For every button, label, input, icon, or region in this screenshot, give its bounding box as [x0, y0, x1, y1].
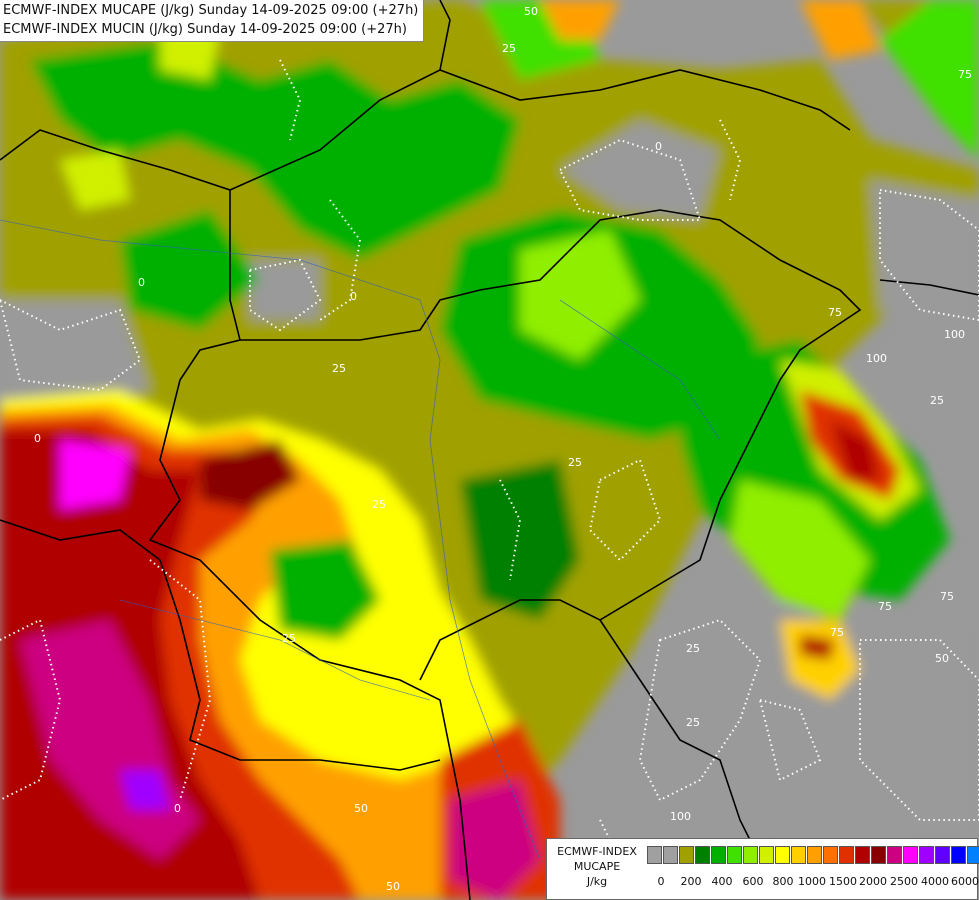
title-mucin: ECMWF-INDEX MUCIN (J/kg) Sunday 14-09-20…: [3, 22, 407, 37]
legend-tick-label: 4000: [921, 875, 949, 888]
legend-swatch: [839, 846, 854, 864]
contour-label: 75: [878, 600, 892, 613]
contour-label: 25: [372, 498, 386, 511]
contour-label: 25: [502, 42, 516, 55]
legend-swatch: [919, 846, 934, 864]
legend-tick-label: 1500: [829, 875, 857, 888]
legend-swatch: [935, 846, 950, 864]
contour-label: 75: [958, 68, 972, 81]
legend-tick-label: 0: [657, 875, 665, 888]
contour-label: 25: [568, 456, 582, 469]
contour-label: 50: [524, 5, 538, 18]
legend-swatch: [903, 846, 918, 864]
contour-label: 25: [930, 394, 944, 407]
legend-tick-label: 6000: [951, 875, 979, 888]
color-legend: ECMWF-INDEX MUCAPE J/kg 0 200 400 600 800 100…: [546, 838, 979, 900]
contour-label: 25: [282, 632, 296, 645]
legend-swatch: [871, 846, 886, 864]
legend-source: ECMWF-INDEX: [557, 845, 637, 858]
contour-label: 100: [866, 352, 887, 365]
legend-tick-label: 400: [711, 875, 733, 888]
legend-swatch: [887, 846, 902, 864]
legend-swatch: [951, 846, 966, 864]
contour-label: 75: [828, 306, 842, 319]
contour-label: 0: [174, 802, 181, 815]
contour-label: 50: [935, 652, 949, 665]
legend-variable: MUCAPE: [573, 860, 621, 873]
legend-tick-label: 200: [680, 875, 702, 888]
legend-swatch: [967, 846, 979, 864]
mucape-field: 50 25 0 0 0 0 25 25 25 25 50 75 100 100 …: [0, 0, 979, 900]
legend-swatch: [759, 846, 774, 864]
contour-label: 75: [830, 626, 844, 639]
legend-swatch: [711, 846, 726, 864]
title-mucape: ECMWF-INDEX MUCAPE (J/kg) Sunday 14-09-2…: [3, 3, 419, 18]
legend-swatch: [807, 846, 822, 864]
contour-label: 75: [940, 590, 954, 603]
contour-label: 100: [670, 810, 691, 823]
legend-swatch: [823, 846, 838, 864]
contour-label: 25: [686, 642, 700, 655]
cape-shading: [0, 0, 979, 900]
contour-label: 100: [944, 328, 965, 341]
legend-swatch: [855, 846, 870, 864]
legend-swatch: [775, 846, 790, 864]
contour-label: 50: [386, 880, 400, 893]
legend-swatch: [743, 846, 758, 864]
contour-label: 0: [350, 290, 357, 303]
contour-label: 0: [655, 140, 662, 153]
legend-unit: J/kg: [586, 875, 608, 888]
legend-swatch: [791, 846, 806, 864]
legend-swatches: [647, 846, 979, 864]
contour-label: 25: [686, 716, 700, 729]
legend-tick-label: 2000: [859, 875, 887, 888]
contour-label: 0: [138, 276, 145, 289]
legend-swatch: [695, 846, 710, 864]
legend-swatch: [663, 846, 678, 864]
legend-tick-label: 1000: [798, 875, 826, 888]
legend-swatch: [679, 846, 694, 864]
contour-label: 50: [354, 802, 368, 815]
contour-label: 0: [34, 432, 41, 445]
legend-tick-label: 2500: [890, 875, 918, 888]
map-title: ECMWF-INDEX MUCAPE (J/kg) Sunday 14-09-2…: [0, 0, 425, 42]
legend-swatch: [647, 846, 662, 864]
legend-tick-label: 800: [772, 875, 794, 888]
legend-swatch: [727, 846, 742, 864]
contour-label: 25: [332, 362, 346, 375]
weather-map: 50 25 0 0 0 0 25 25 25 25 50 75 100 100 …: [0, 0, 979, 900]
legend-tick-label: 600: [742, 875, 764, 888]
